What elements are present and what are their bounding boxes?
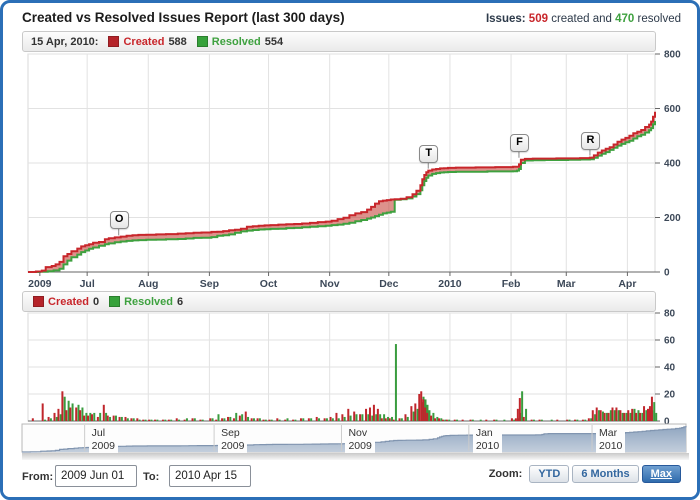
flag-marker-f[interactable]: F bbox=[510, 134, 529, 152]
svg-text:20: 20 bbox=[664, 390, 676, 401]
zoom-label: Zoom: bbox=[489, 468, 523, 480]
svg-text:600: 600 bbox=[664, 104, 681, 115]
navigator-label: Sep 2009 bbox=[218, 427, 247, 453]
zoom-6months-button[interactable]: 6 Months bbox=[572, 465, 638, 483]
flag-marker-r[interactable]: R bbox=[581, 132, 600, 150]
svg-text:80: 80 bbox=[664, 309, 676, 320]
svg-text:2010: 2010 bbox=[438, 278, 462, 290]
svg-text:60: 60 bbox=[664, 336, 676, 347]
charts-canvas[interactable]: 0 200 400 600 800 2009 Jul Aug Sep Oct Nov Dec 2010 F… bbox=[3, 3, 697, 497]
from-label: From: bbox=[22, 471, 53, 483]
navigator-label: Mar 2010 bbox=[596, 427, 625, 453]
svg-text:Oct: Oct bbox=[260, 278, 278, 290]
svg-text:200: 200 bbox=[664, 213, 681, 224]
svg-text:Dec: Dec bbox=[379, 278, 398, 290]
svg-text:Aug: Aug bbox=[138, 278, 158, 290]
zoom-ytd-button[interactable]: YTD bbox=[529, 465, 569, 483]
navigator-label: Jan 2010 bbox=[473, 427, 502, 453]
svg-text:2009: 2009 bbox=[28, 278, 52, 290]
flag-marker-t[interactable]: T bbox=[419, 145, 438, 163]
svg-text:Sep: Sep bbox=[200, 278, 219, 290]
navigator-label: Nov 2009 bbox=[345, 427, 374, 453]
svg-text:Apr: Apr bbox=[618, 278, 636, 290]
svg-text:400: 400 bbox=[664, 159, 681, 170]
zoom-max-button[interactable]: Max bbox=[642, 465, 681, 483]
svg-text:Mar: Mar bbox=[557, 278, 576, 290]
from-date-input[interactable] bbox=[55, 465, 137, 487]
footer-row: From: To: Zoom: YTD 6 Months Max bbox=[3, 461, 697, 497]
navigator-label: Jul 2009 bbox=[89, 427, 118, 453]
svg-text:Nov: Nov bbox=[320, 278, 340, 290]
flag-marker-o[interactable]: O bbox=[110, 211, 129, 229]
zoom-group: Zoom: YTD 6 Months Max bbox=[489, 465, 681, 483]
svg-text:800: 800 bbox=[664, 50, 681, 61]
svg-text:0: 0 bbox=[664, 268, 670, 279]
navigator-shadow bbox=[22, 453, 689, 460]
svg-text:Jul: Jul bbox=[80, 278, 95, 290]
report-card: Created vs Resolved Issues Report (last … bbox=[0, 0, 700, 500]
to-label: To: bbox=[143, 471, 159, 483]
to-date-input[interactable] bbox=[169, 465, 251, 487]
svg-text:Feb: Feb bbox=[502, 278, 521, 290]
svg-text:40: 40 bbox=[664, 363, 676, 374]
